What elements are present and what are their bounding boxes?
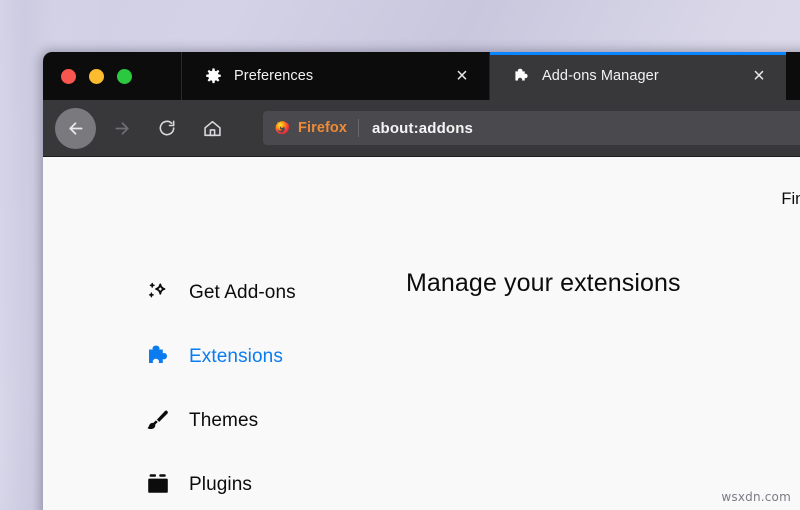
- page-title: Manage your extensions: [406, 269, 681, 297]
- tab-label: Add-ons Manager: [542, 68, 659, 84]
- sidebar-item-extensions[interactable]: Extensions: [43, 325, 320, 389]
- gear-icon: [204, 67, 223, 86]
- reload-button[interactable]: [150, 111, 184, 145]
- tab-strip: Preferences × Add-ons Manager ×: [43, 52, 800, 100]
- tab-label: Preferences: [234, 68, 314, 84]
- home-button[interactable]: [195, 111, 229, 145]
- minimize-window-button[interactable]: [89, 68, 104, 84]
- maximize-window-button[interactable]: [117, 68, 132, 84]
- forward-button[interactable]: [105, 111, 139, 145]
- close-window-button[interactable]: [61, 68, 76, 84]
- url-input[interactable]: about:addons: [359, 120, 473, 137]
- sidebar-item-label: Extensions: [189, 346, 283, 367]
- site-identity-badge[interactable]: Firefox: [273, 119, 360, 137]
- find-more-addons-link[interactable]: Find mo: [781, 190, 800, 209]
- sidebar-item-plugins[interactable]: Plugins: [43, 453, 320, 510]
- puzzle-piece-icon: [144, 343, 172, 371]
- watermark: wsxdn.com: [721, 490, 791, 504]
- sidebar-item-label: Get Add-ons: [189, 282, 296, 303]
- url-bar[interactable]: Firefox about:addons: [263, 111, 800, 145]
- identity-label: Firefox: [298, 120, 348, 136]
- tab-addons-manager[interactable]: Add-ons Manager ×: [490, 52, 786, 100]
- tab-strip-empty-area[interactable]: [786, 52, 800, 100]
- browser-window: Preferences × Add-ons Manager × Firefox …: [43, 52, 800, 510]
- arrow-right-icon: [115, 121, 129, 135]
- navigation-toolbar: Firefox about:addons: [43, 100, 800, 157]
- close-tab-button[interactable]: ×: [748, 65, 770, 87]
- window-controls: [43, 52, 182, 100]
- home-icon: [203, 120, 221, 136]
- sidebar-item-themes[interactable]: Themes: [43, 389, 320, 453]
- back-button[interactable]: [55, 107, 96, 149]
- sidebar-item-label: Themes: [189, 410, 259, 431]
- firefox-logo-icon: [275, 121, 290, 135]
- close-tab-button[interactable]: ×: [451, 65, 473, 87]
- puzzle-piece-icon: [512, 67, 531, 86]
- sparkle-star-icon: [144, 279, 172, 307]
- addons-manager-page: Find mo Get Add-ons Ext: [43, 157, 800, 510]
- paintbrush-icon: [144, 407, 172, 435]
- addons-main-panel: Manage your extensions: [320, 157, 800, 510]
- addons-sidebar: Get Add-ons Extensions Themes Plugins: [43, 157, 320, 510]
- arrow-left-icon: [69, 121, 83, 135]
- tab-preferences[interactable]: Preferences ×: [182, 52, 490, 100]
- plugin-box-icon: [144, 471, 172, 499]
- reload-icon: [159, 120, 175, 136]
- sidebar-item-get-addons[interactable]: Get Add-ons: [43, 261, 320, 325]
- sidebar-item-label: Plugins: [189, 474, 253, 495]
